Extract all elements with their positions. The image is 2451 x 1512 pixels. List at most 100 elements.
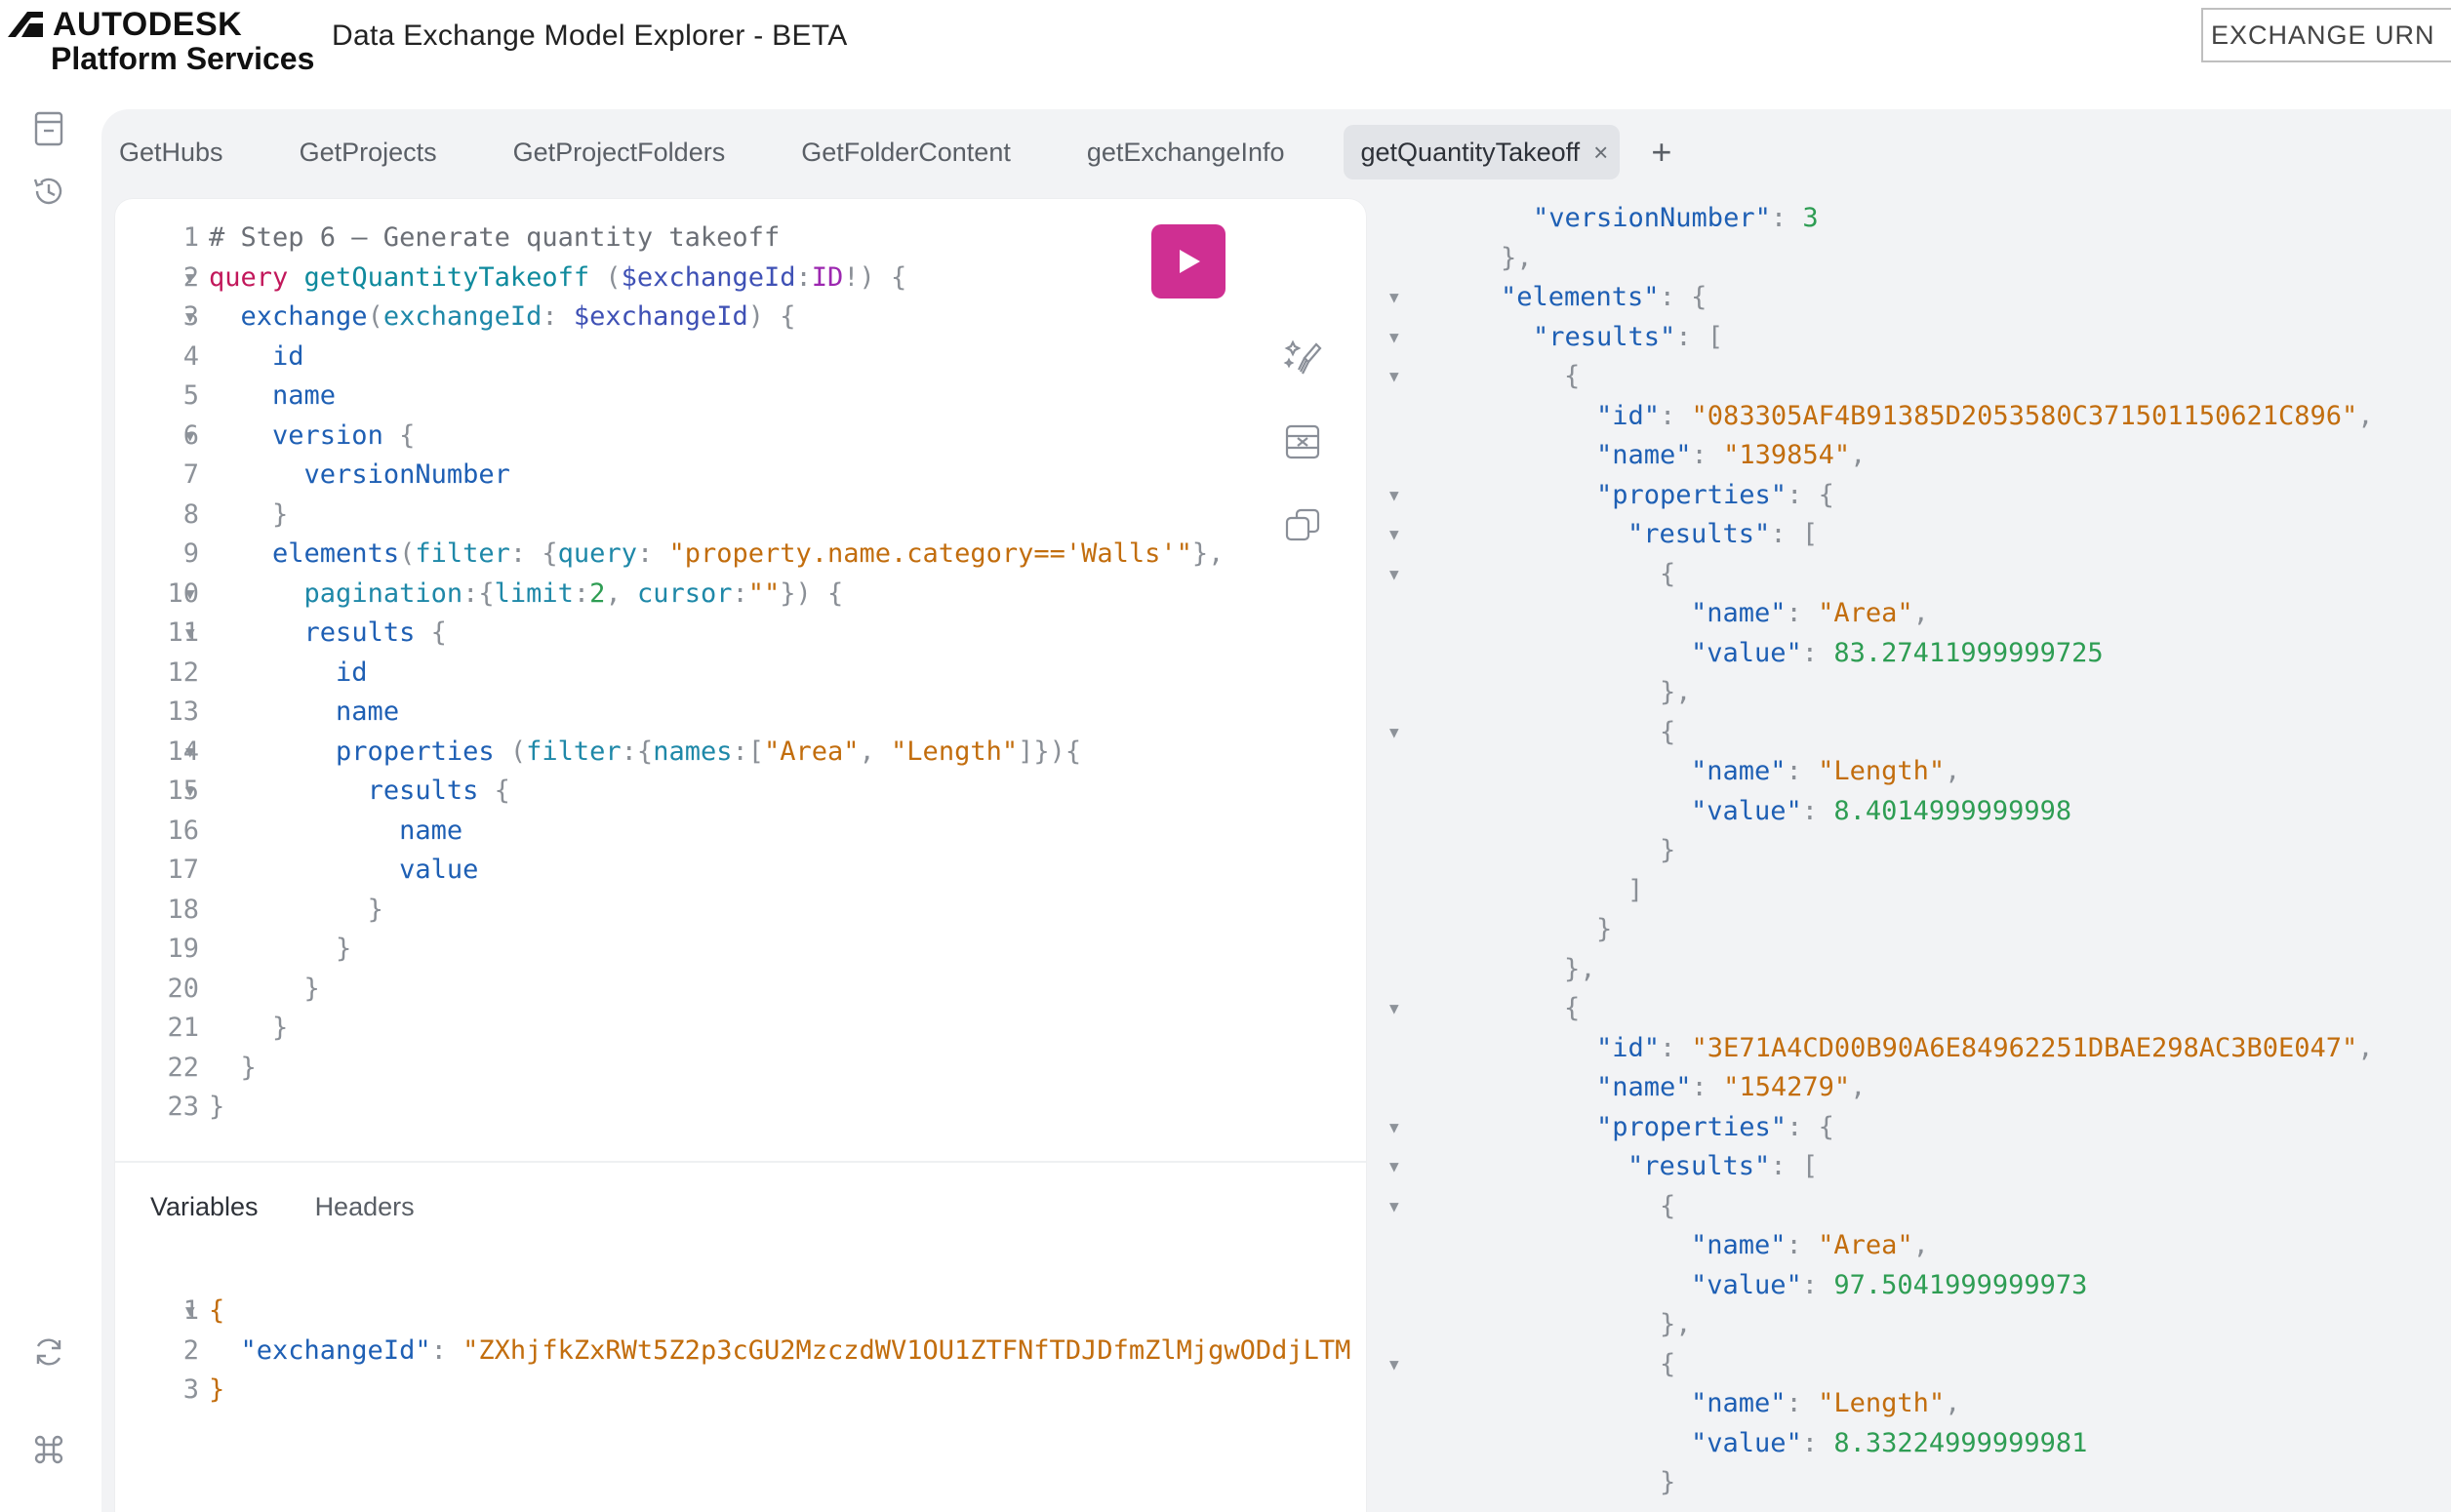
execute-query-button[interactable] [1151,224,1226,298]
code-text: id [272,340,304,372]
code-text: properties (filter:{names:["Area", "Leng… [336,736,1082,767]
fold-toggle-icon[interactable]: ▼ [185,1292,195,1332]
fold-toggle-icon[interactable]: ▼ [1389,357,1399,397]
response-text: "value": 83.27411999999725 [1691,637,2104,668]
fold-toggle-icon[interactable]: ▼ [1389,515,1399,555]
fold-toggle-icon[interactable]: ▼ [1389,476,1399,516]
add-tab-button[interactable]: + [1651,125,1671,179]
fold-toggle-icon[interactable]: ▼ [185,259,195,298]
tab-label: GetProjectFolders [512,137,726,167]
code-text: results { [367,776,510,806]
fold-toggle-icon[interactable]: ▼ [1389,278,1399,318]
response-text: }, [1660,677,1692,707]
code-text: name [336,696,400,727]
refresh-icon[interactable] [29,1333,68,1372]
response-viewer[interactable]: "versionNumber": 3}, ▼ "elements": {▼ "resu… [1376,199,2451,1512]
copy-icon[interactable] [1278,501,1327,550]
response-text: }, [1501,242,1533,273]
code-line: 7 versionNumber [115,456,1315,496]
shortcut-key-icon[interactable] [29,1430,68,1469]
tab-gethubs[interactable]: GetHubs [101,125,241,179]
fold-toggle-icon[interactable]: ▼ [185,417,195,457]
play-icon [1180,250,1200,273]
tab-headers[interactable]: Headers [315,1192,415,1222]
response-line: "name": "Area", [1376,594,2451,634]
line-number: 17 [167,855,199,885]
fold-toggle-icon[interactable]: ▼ [1389,1345,1399,1385]
tab-getprojects[interactable]: GetProjects [282,125,455,179]
fold-toggle-icon[interactable]: ▼ [185,298,195,338]
response-text: } [1660,1467,1676,1497]
editor-divider [115,1161,1366,1163]
line-number: 4 [182,340,199,372]
code-text: id [336,657,368,688]
code-line: 10 ▼ pagination:{limit:2, cursor:""}) { [115,575,1315,615]
query-editor[interactable]: 1 # Step 6 – Generate quantity takeoff 2 ▼ q… [115,219,1315,1128]
fold-toggle-icon[interactable]: ▼ [1389,1187,1399,1227]
tab-getexchangeinfo[interactable]: getExchangeInfo [1069,125,1303,179]
line-number: 19 [167,934,199,964]
fold-toggle-icon[interactable]: ▼ [185,614,195,654]
response-text: ] [1627,874,1644,905]
exchange-urn-input[interactable] [2201,8,2451,62]
response-line: ▼ "properties": { [1376,1108,2451,1148]
tab-variables[interactable]: Variables [150,1192,259,1222]
code-line: 9 elements(filter: {query: "property.nam… [115,535,1315,575]
response-line: ] [1376,871,2451,911]
response-text: "name": "Area", [1691,1230,1929,1260]
code-text: elements(filter: {query: "property.name.… [272,538,1225,569]
code-text: } [303,973,320,1004]
code-line: 22 } [115,1049,1315,1089]
fold-toggle-icon[interactable]: ▼ [1389,1108,1399,1148]
line-number: 8 [182,498,199,530]
brand-name: AUTODESK [53,6,243,43]
variables-editor[interactable]: 1 ▼{2 "exchangeId": "ZXhjfkZxRWt5Z2p3cGU2… [115,1292,1356,1411]
response-line: ▼ "results": [ [1376,1147,2451,1187]
tab-getfoldercontent[interactable]: GetFolderContent [784,125,1028,179]
response-line: "name": "Length", [1376,1384,2451,1424]
code-text: } [272,498,289,530]
close-tab-icon[interactable]: × [1593,138,1608,168]
docs-icon[interactable] [29,109,68,148]
prettify-icon[interactable] [1278,334,1327,382]
brand-subtitle: Platform Services [51,41,315,76]
code-text: } [336,934,352,964]
merge-icon[interactable] [1278,418,1327,466]
tab-getquantitytakeoff[interactable]: getQuantityTakeoff × [1343,125,1621,179]
fold-toggle-icon[interactable]: ▼ [1389,989,1399,1029]
fold-toggle-icon[interactable]: ▼ [1389,713,1399,753]
response-line: } [1376,1463,2451,1503]
response-text: { [1660,716,1676,747]
line-number: 20 [167,973,199,1004]
history-icon[interactable] [29,172,68,211]
response-text: { [1660,558,1676,589]
code-text: } [272,1013,289,1043]
page-title: Data Exchange Model Explorer - BETA [332,20,848,52]
fold-toggle-icon[interactable]: ▼ [185,575,195,615]
response-text: { [1660,1348,1676,1379]
line-number: 22 [167,1052,199,1083]
code-line: 11 ▼ results { [115,614,1315,654]
response-text: { [1564,993,1581,1023]
response-line: "value": 83.27411999999725 [1376,634,2451,674]
response-line: "value": 8.33224999999981 [1376,1424,2451,1464]
response-text: { [1660,1190,1676,1221]
fold-toggle-icon[interactable]: ▼ [1389,318,1399,358]
fold-toggle-icon[interactable]: ▼ [185,772,195,812]
line-number: 21 [167,1013,199,1043]
line-number: 23 [167,1092,199,1122]
response-text: "id": "083305AF4B91385D2053580C371501150… [1596,400,2374,431]
response-line: ▼{ [1376,1345,2451,1385]
response-text: "properties": { [1596,1111,1834,1142]
code-line: 15 ▼ results { [115,772,1315,812]
fold-toggle-icon[interactable]: ▼ [185,733,195,773]
code-text: name [272,380,337,411]
response-text: "value": 8.33224999999981 [1691,1427,2088,1458]
fold-toggle-icon[interactable]: ▼ [1389,1147,1399,1187]
tab-getprojectfolders[interactable]: GetProjectFolders [496,125,743,179]
response-text: "value": 97.5041999999973 [1691,1269,2088,1300]
fold-toggle-icon[interactable]: ▼ [1389,555,1399,595]
response-line: ▼{ [1376,357,2451,397]
code-line: 2 ▼ query getQuantityTakeoff ($exchangeId:… [115,259,1315,298]
response-text: "name": "Area", [1691,598,1929,628]
